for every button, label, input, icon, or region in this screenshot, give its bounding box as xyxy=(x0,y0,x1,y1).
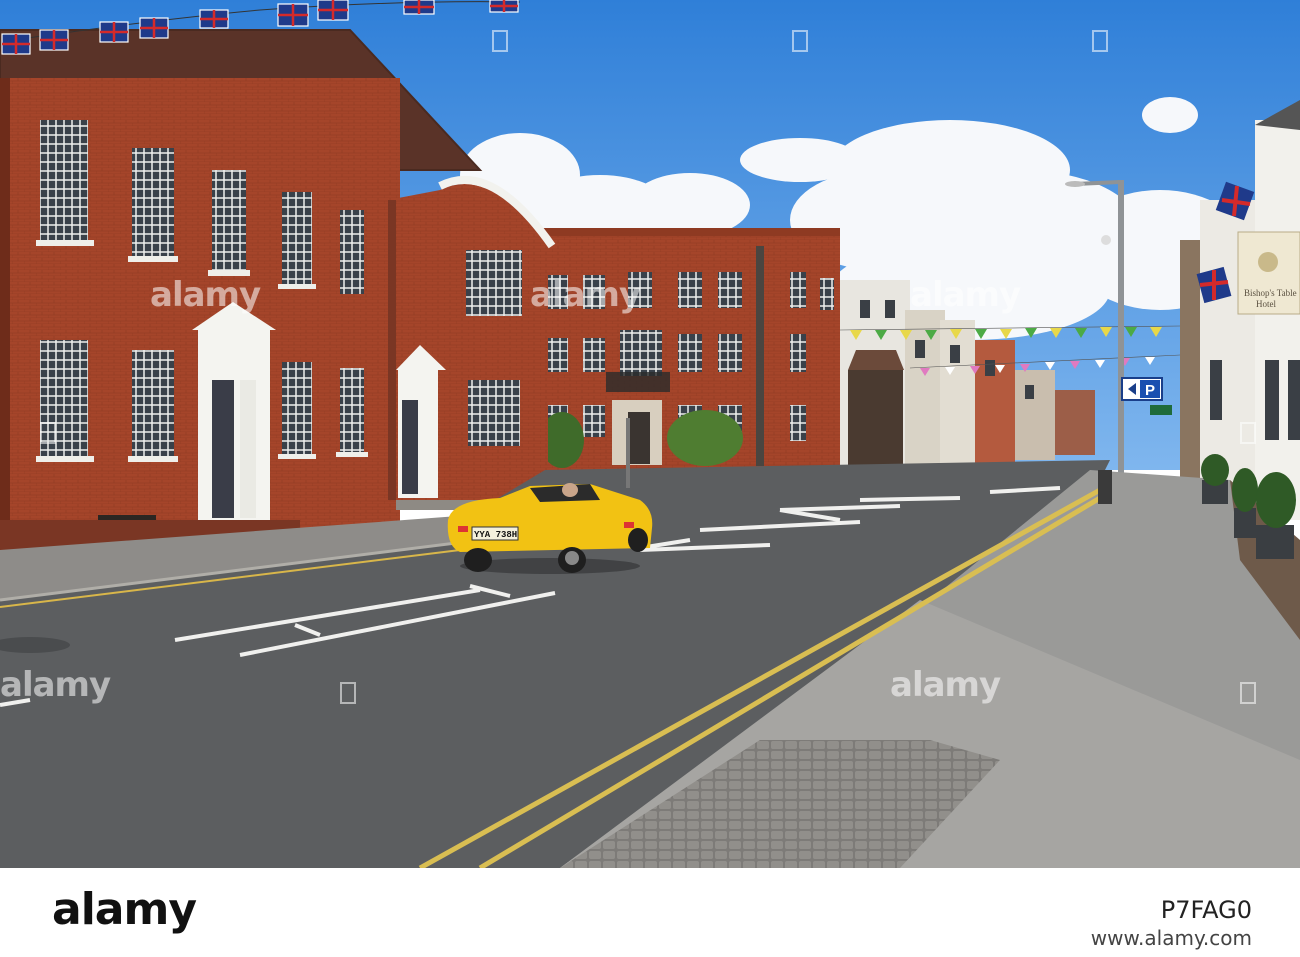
stock-footer: alamy P7FAG0 www.alamy.com xyxy=(0,868,1300,957)
image-id: P7FAG0 xyxy=(1160,896,1252,924)
stock-photo-page: Bishop's Table Hotel P YYA 738H alamy al… xyxy=(0,0,1300,957)
watermark-mark xyxy=(792,30,808,52)
sign-pole xyxy=(626,418,630,488)
site-url[interactable]: www.alamy.com xyxy=(1091,926,1252,950)
watermark: alamy xyxy=(530,275,641,315)
bollard xyxy=(1098,470,1112,504)
watermark: alamy xyxy=(910,275,1021,315)
watermark-mark xyxy=(1240,682,1256,704)
parking-sign-letter: P xyxy=(1145,382,1155,399)
watermark: alamy xyxy=(0,665,111,705)
street-photo: Bishop's Table Hotel P YYA 738H alamy al… xyxy=(0,0,1300,868)
watermark-mark xyxy=(1240,422,1256,444)
watermark-mark xyxy=(340,682,356,704)
alamy-logo[interactable]: alamy xyxy=(52,884,197,935)
hotel-sign-line2: Hotel xyxy=(1256,299,1276,309)
watermark-mark xyxy=(1092,30,1108,52)
watermark-mark xyxy=(492,30,508,52)
watermark: alamy xyxy=(890,665,1001,705)
watermark: alamy xyxy=(150,275,261,315)
street-scene: Bishop's Table Hotel P YYA 738H xyxy=(0,0,1300,868)
curved-gable-house xyxy=(388,175,556,510)
hotel-sign-line1: Bishop's Table xyxy=(1244,288,1297,298)
license-plate: YYA 738H xyxy=(474,530,517,540)
watermark-mark xyxy=(40,422,56,444)
